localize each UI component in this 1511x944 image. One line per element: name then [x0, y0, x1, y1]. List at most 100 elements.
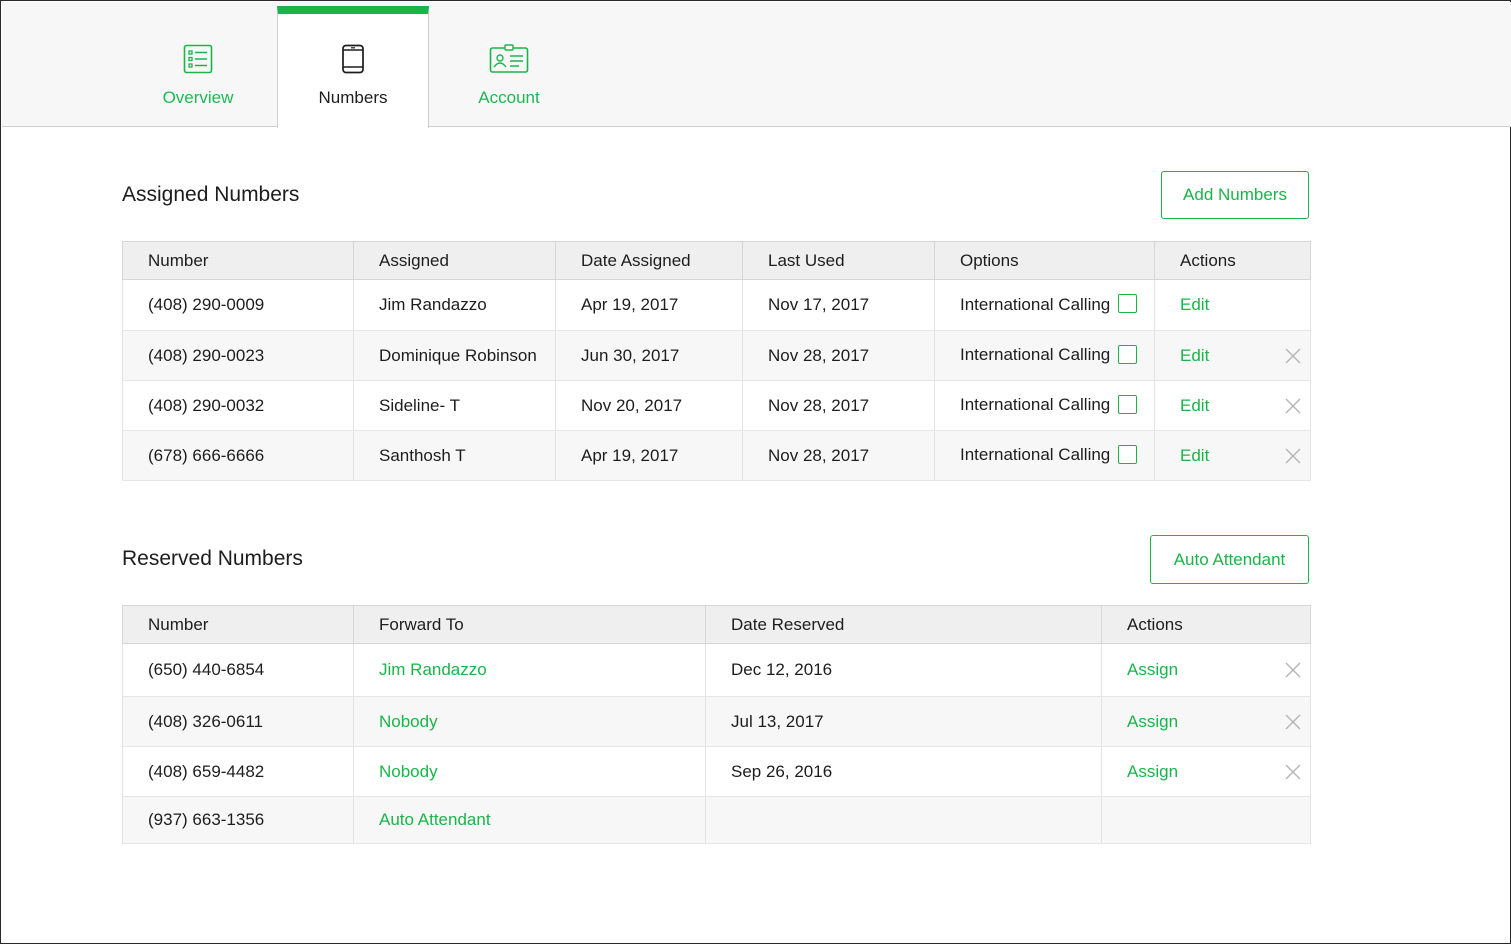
close-icon[interactable] — [1285, 448, 1301, 464]
cell-number: (408) 290-0032 — [122, 380, 354, 431]
cell-number: (408) 326-0611 — [122, 696, 354, 747]
option-label: International Calling — [960, 395, 1111, 415]
table-header-row: Number Assigned Date Assigned Last Used … — [122, 241, 1311, 280]
table-row: (937) 663-1356 Auto Attendant — [122, 796, 1311, 844]
cell-options: International Calling — [934, 330, 1155, 381]
cell-assigned: Sideline- T — [353, 380, 556, 431]
cell-date-assigned: Nov 20, 2017 — [555, 380, 743, 431]
edit-link[interactable]: Edit — [1180, 446, 1209, 465]
table-row: (408) 326-0611 Nobody Jul 13, 2017 Assig… — [122, 696, 1311, 747]
forward-to-link[interactable]: Auto Attendant — [379, 810, 491, 829]
option-label: International Calling — [960, 345, 1111, 365]
cell-last-used: Nov 17, 2017 — [742, 279, 935, 331]
cell-actions: Edit — [1154, 279, 1311, 331]
cell-actions — [1101, 796, 1311, 844]
cell-actions: Assign — [1101, 696, 1311, 747]
forward-to-link[interactable]: Nobody — [379, 712, 438, 731]
assign-link[interactable]: Assign — [1127, 762, 1178, 781]
edit-link[interactable]: Edit — [1180, 295, 1209, 314]
column-header-forward-to[interactable]: Forward To — [353, 605, 706, 644]
column-header-last-used[interactable]: Last Used — [742, 241, 935, 280]
cell-assigned: Santhosh T — [353, 430, 556, 481]
column-header-date-assigned[interactable]: Date Assigned — [555, 241, 743, 280]
assign-link[interactable]: Assign — [1127, 660, 1178, 679]
cell-forward-to: Nobody — [353, 696, 706, 747]
reserved-numbers-title: Reserved Numbers — [122, 547, 303, 570]
cell-actions: Edit — [1154, 330, 1311, 381]
assigned-numbers-table: Number Assigned Date Assigned Last Used … — [122, 241, 1311, 481]
cell-forward-to: Nobody — [353, 746, 706, 797]
cell-assigned: Dominique Robinson — [353, 330, 556, 381]
assign-link[interactable]: Assign — [1127, 712, 1178, 731]
cell-actions: Edit — [1154, 430, 1311, 481]
cell-date-assigned: Apr 19, 2017 — [555, 279, 743, 331]
cell-actions: Edit — [1154, 380, 1311, 431]
add-numbers-button[interactable]: Add Numbers — [1161, 171, 1309, 219]
cell-options: International Calling — [934, 380, 1155, 431]
tab-bar: Overview Numbers Account — [2, 2, 1511, 128]
column-header-assigned[interactable]: Assigned — [353, 241, 556, 280]
cell-number: (678) 666-6666 — [122, 430, 354, 481]
cell-forward-to: Jim Randazzo — [353, 643, 706, 697]
list-icon — [183, 44, 213, 79]
option-label: International Calling — [960, 445, 1111, 465]
auto-attendant-button[interactable]: Auto Attendant — [1150, 535, 1309, 584]
international-calling-checkbox[interactable] — [1118, 294, 1138, 313]
cell-last-used: Nov 28, 2017 — [742, 430, 935, 481]
cell-date-assigned: Jun 30, 2017 — [555, 330, 743, 381]
cell-last-used: Nov 28, 2017 — [742, 330, 935, 381]
phone-icon — [341, 44, 365, 79]
cell-last-used: Nov 28, 2017 — [742, 380, 935, 431]
cell-options: International Calling — [934, 279, 1155, 331]
close-icon[interactable] — [1285, 714, 1301, 730]
cell-number: (937) 663-1356 — [122, 796, 354, 844]
tab-account-label: Account — [478, 88, 540, 107]
column-header-actions: Actions — [1101, 605, 1311, 644]
tab-overview-label: Overview — [162, 88, 234, 107]
international-calling-checkbox[interactable] — [1118, 444, 1138, 464]
assigned-numbers-title: Assigned Numbers — [122, 183, 300, 206]
cell-assigned: Jim Randazzo — [353, 279, 556, 331]
close-icon[interactable] — [1285, 348, 1301, 364]
column-header-date-reserved[interactable]: Date Reserved — [705, 605, 1102, 644]
cell-number: (408) 290-0023 — [122, 330, 354, 381]
id-card-icon — [489, 44, 529, 79]
cell-options: International Calling — [934, 430, 1155, 481]
close-icon[interactable] — [1285, 764, 1301, 780]
table-header-row: Number Forward To Date Reserved Actions — [122, 605, 1311, 644]
international-calling-checkbox[interactable] — [1118, 344, 1138, 364]
cell-date-reserved: Sep 26, 2016 — [705, 746, 1102, 797]
close-icon[interactable] — [1285, 662, 1301, 678]
tab-account[interactable]: Account — [433, 6, 585, 128]
column-header-options: Options — [934, 241, 1155, 280]
cell-actions: Assign — [1101, 643, 1311, 697]
cell-number: (408) 290-0009 — [122, 279, 354, 331]
reserved-numbers-table: Number Forward To Date Reserved Actions … — [122, 605, 1311, 844]
option-label: International Calling — [960, 294, 1111, 314]
column-header-number[interactable]: Number — [122, 241, 354, 280]
edit-link[interactable]: Edit — [1180, 396, 1209, 415]
edit-link[interactable]: Edit — [1180, 346, 1209, 365]
tab-numbers-label: Numbers — [318, 88, 388, 107]
international-calling-checkbox[interactable] — [1118, 394, 1138, 414]
forward-to-link[interactable]: Nobody — [379, 762, 438, 781]
table-row: (408) 290-0009 Jim Randazzo Apr 19, 2017… — [122, 279, 1311, 331]
cell-date-assigned: Apr 19, 2017 — [555, 430, 743, 481]
cell-date-reserved: Dec 12, 2016 — [705, 643, 1102, 697]
cell-number: (408) 659-4482 — [122, 746, 354, 797]
table-row: (408) 290-0023 Dominique Robinson Jun 30… — [122, 330, 1311, 381]
column-header-number[interactable]: Number — [122, 605, 354, 644]
column-header-actions: Actions — [1154, 241, 1311, 280]
table-row: (678) 666-6666 Santhosh T Apr 19, 2017 N… — [122, 430, 1311, 481]
tab-numbers[interactable]: Numbers — [277, 6, 429, 128]
table-row: (408) 290-0032 Sideline- T Nov 20, 2017 … — [122, 380, 1311, 431]
cell-forward-to: Auto Attendant — [353, 796, 706, 844]
close-icon[interactable] — [1285, 398, 1301, 414]
forward-to-link[interactable]: Jim Randazzo — [379, 660, 487, 679]
tab-overview[interactable]: Overview — [122, 6, 274, 128]
app-window: Overview Numbers Account Assigned Number… — [0, 0, 1511, 944]
cell-date-reserved: Jul 13, 2017 — [705, 696, 1102, 747]
cell-date-reserved — [705, 796, 1102, 844]
cell-actions: Assign — [1101, 746, 1311, 797]
cell-number: (650) 440-6854 — [122, 643, 354, 697]
